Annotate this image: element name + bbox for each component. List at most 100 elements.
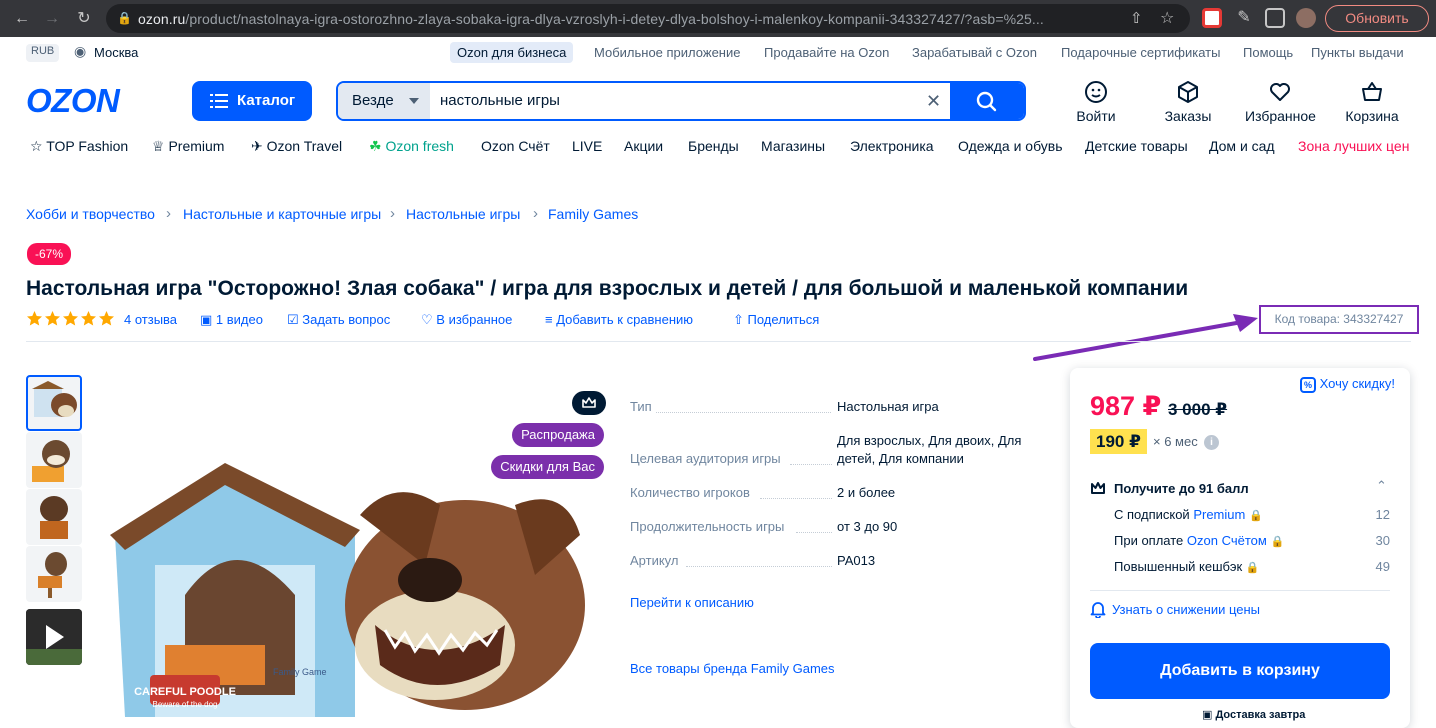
product-main-image[interactable]: CAREFUL POODLE Beware of the dog Family … [95,375,615,717]
bonus-title: Получите до 91 балл [1114,481,1249,496]
login-button[interactable]: Войти [1061,80,1131,124]
orders-label: Заказы [1164,108,1212,124]
add-favorite-link[interactable]: ♡ В избранное [421,312,512,328]
brand-products-link[interactable]: Все товары бренда Family Games [630,661,835,676]
earn-with-ozon-link[interactable]: Зарабатывай с Ozon [912,45,1037,60]
category-kids[interactable]: Детские товары [1085,138,1188,154]
category-best-prices[interactable]: Зона лучших цен [1298,138,1409,154]
ask-question-link[interactable]: ☑ Задать вопрос [287,312,390,328]
address-bar[interactable]: 🔒 ozon.ru/product/nastolnaya-igra-ostoro… [106,4,1190,33]
add-to-cart-button[interactable]: Добавить в корзину [1090,643,1390,699]
reviews-link[interactable]: 4 отзыва [124,312,177,327]
search-button[interactable] [950,83,1024,119]
lock-icon: 🔒 [1248,510,1263,522]
breadcrumb-item[interactable]: Family Games [548,206,638,222]
bookmark-star-icon[interactable]: ☆ [1160,8,1174,28]
video-thumbnail[interactable] [26,609,82,665]
forward-icon[interactable]: → [42,9,62,29]
sidebar-icon[interactable] [1265,8,1285,28]
back-icon[interactable]: ← [12,9,32,29]
spec-label: Целевая аудитория игры [630,451,781,466]
currency-switch[interactable]: RUB [26,44,60,62]
extension-icon[interactable] [1202,8,1222,28]
share-page-icon[interactable]: ⇧ [1130,9,1143,27]
premium-link[interactable]: Premium [1193,507,1245,522]
divider [26,341,1411,342]
thumbnail-4[interactable] [26,546,82,602]
compare-link[interactable]: ≡ Добавить к сравнению [545,312,693,327]
product-title: Настольная игра "Осторожно! Злая собака"… [26,277,1189,300]
category-premium[interactable]: ♕ Premium [152,138,224,155]
price-drop-notify-link[interactable]: Узнать о снижении цены [1112,602,1260,617]
crown-icon [1091,482,1105,494]
spec-label: Количество игроков [630,485,750,500]
location-pin-icon: ◉ [74,43,87,59]
category-live[interactable]: LIVE [572,138,602,154]
search-input[interactable]: настольные игры [440,92,560,109]
orders-button[interactable]: Заказы [1153,80,1223,124]
play-icon [26,609,82,665]
update-browser-button[interactable]: Обновить [1325,5,1429,32]
bonus-value: 49 [1375,559,1390,574]
go-to-description-link[interactable]: Перейти к описанию [630,595,754,610]
discount-percent-icon: % [1300,377,1316,393]
ozon-logo[interactable]: OZON [26,82,120,120]
ozon-business-link[interactable]: Ozon для бизнеса [450,42,574,63]
lock-icon: 🔒 [1270,536,1285,548]
profile-avatar[interactable] [1296,8,1316,28]
category-top-fashion[interactable]: ☆ TOP Fashion [30,138,128,155]
product-thumbnail-image [32,381,77,417]
want-discount-link[interactable]: % Хочу скидку! [1300,376,1395,393]
spec-value: PA013 [837,553,876,568]
lock-icon: 🔒 [1245,562,1260,574]
category-promotions[interactable]: Акции [624,138,663,154]
rating-stars[interactable] [26,310,116,330]
breadcrumb-item[interactable]: Настольные и карточные игры [183,206,381,222]
thumbnail-2[interactable] [26,432,82,488]
thumbnail-1[interactable] [26,375,82,431]
ozon-account-link[interactable]: Ozon Счётом [1187,533,1267,548]
category-stores[interactable]: Магазины [761,138,825,154]
breadcrumb-item[interactable]: Хобби и творчество [26,206,155,222]
cart-label: Корзина [1345,108,1399,124]
video-link[interactable]: ▣ 1 видео [200,312,263,328]
category-brands[interactable]: Бренды [688,138,739,154]
favorites-label: Избранное [1245,108,1316,124]
pickup-points-link[interactable]: Пункты выдачи [1311,45,1404,60]
mobile-app-link[interactable]: Мобильное приложение [594,45,740,60]
gift-cards-link[interactable]: Подарочные сертификаты [1061,45,1220,60]
old-price: 3 000 ₽ [1168,400,1228,419]
user-face-icon [1085,81,1107,103]
spec-value: 2 и более [837,485,896,500]
search-scope-select[interactable]: Везде [338,83,430,119]
basket-icon [1362,82,1382,101]
breadcrumb-item[interactable]: Настольные игры [406,206,520,222]
chevron-up-icon[interactable]: ⌃ [1376,478,1387,494]
spec-dots [686,566,832,567]
category-ozon-account[interactable]: Ozon Счёт [481,138,550,154]
category-clothing[interactable]: Одежда и обувь [958,138,1063,154]
category-ozon-fresh[interactable]: ☘ Ozon fresh [369,138,454,155]
reload-icon[interactable]: ↻ [74,9,94,29]
box-icon [1178,81,1198,103]
bonus-row-cashback: Повышенный кешбэк 🔒 [1114,559,1260,574]
current-price: 987 ₽ [1090,391,1162,421]
puzzle-icon[interactable]: ✎ [1234,8,1254,28]
sell-on-ozon-link[interactable]: Продавайте на Ozon [764,45,889,60]
share-link[interactable]: ⇧ Поделиться [733,312,819,328]
lock-icon: 🔒 [117,11,132,25]
catalog-button[interactable]: Каталог [192,81,312,121]
help-link[interactable]: Помощь [1243,45,1293,60]
bonus-row-ozon-account: При оплате Ozon Счётом 🔒 [1114,533,1285,548]
category-ozon-travel[interactable]: ✈ Ozon Travel [251,138,342,155]
category-electronics[interactable]: Электроника [850,138,934,154]
city-selector[interactable]: Москва [94,45,138,60]
cart-button[interactable]: Корзина [1337,80,1407,124]
login-label: Войти [1076,108,1116,124]
category-home-garden[interactable]: Дом и сад [1209,138,1275,154]
clear-search-icon[interactable]: ✕ [926,91,941,112]
info-icon[interactable]: i [1204,435,1219,450]
installment-price[interactable]: 190 ₽ [1090,429,1147,454]
favorites-button[interactable]: Избранное [1245,80,1316,124]
thumbnail-3[interactable] [26,489,82,545]
